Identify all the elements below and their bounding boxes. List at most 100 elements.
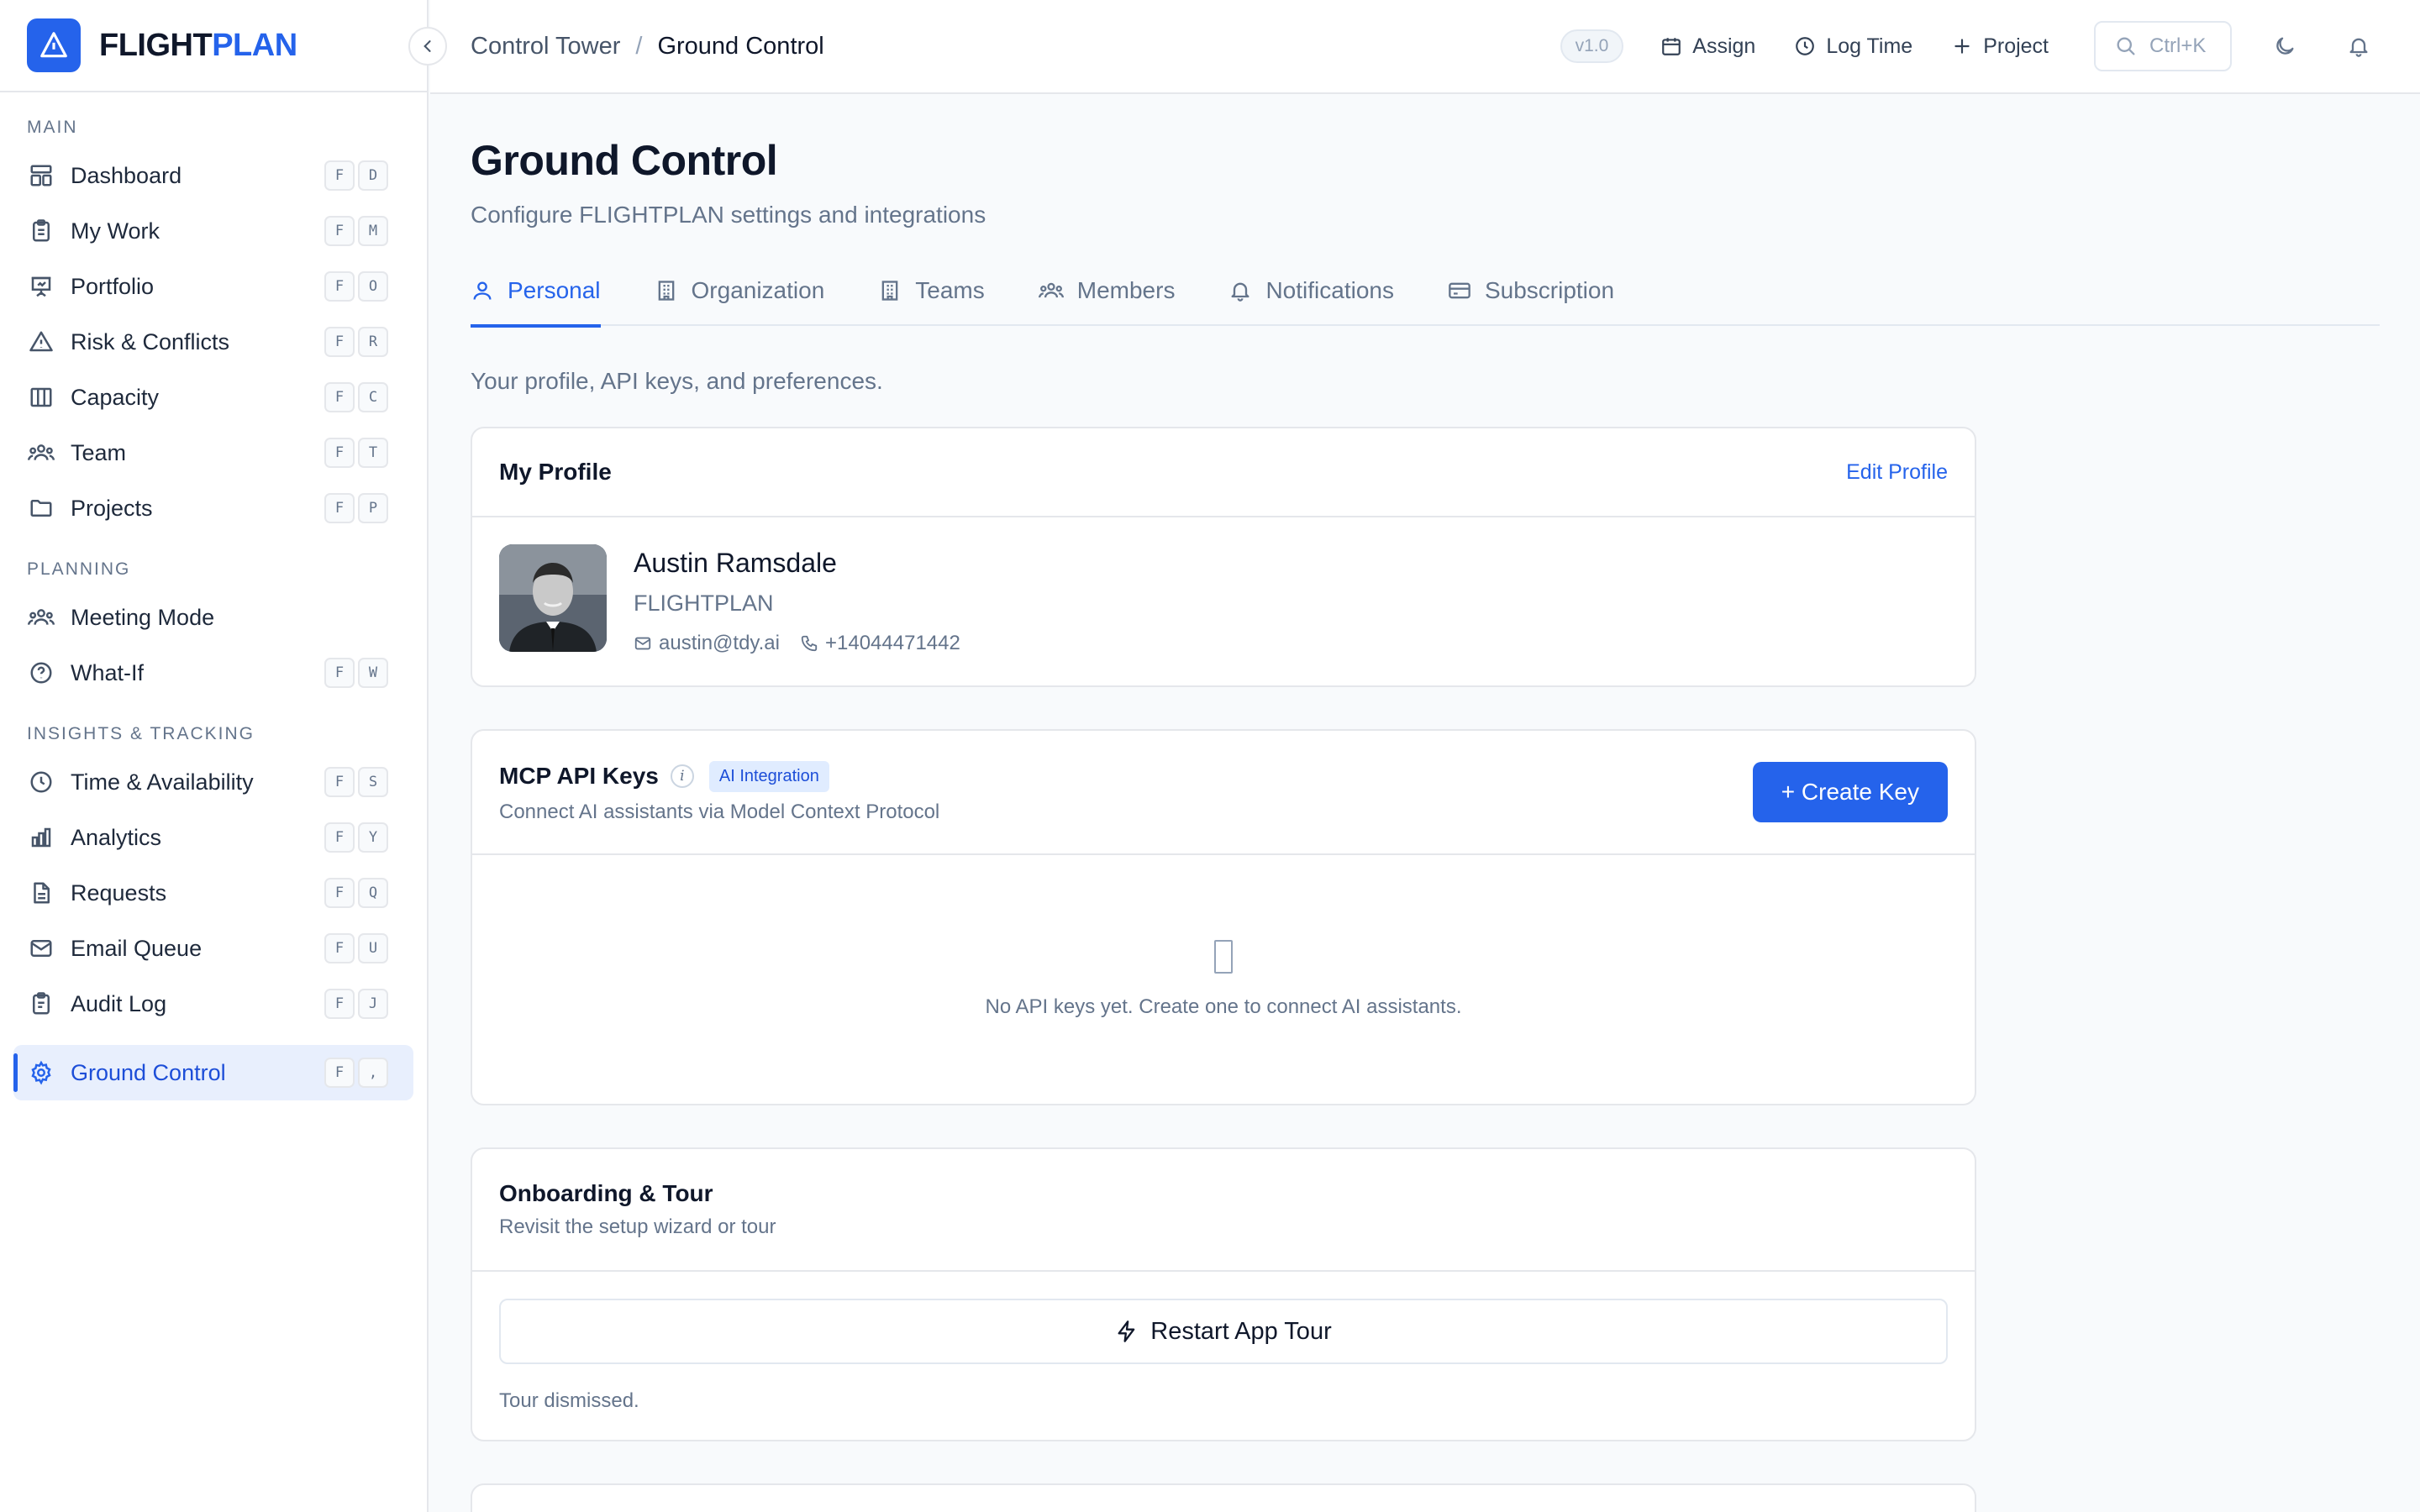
sidebar-item-risk-conflicts[interactable]: Risk & Conflicts FR bbox=[13, 314, 413, 370]
tab-members[interactable]: Members bbox=[1038, 260, 1176, 326]
email-text: austin@tdy.ai bbox=[659, 632, 780, 654]
sidebar-item-capacity[interactable]: Capacity FC bbox=[13, 370, 413, 425]
sidebar-item-projects[interactable]: Projects FP bbox=[13, 480, 413, 536]
info-icon[interactable]: i bbox=[670, 764, 694, 788]
moon-icon bbox=[2276, 37, 2294, 55]
collapse-sidebar-button[interactable] bbox=[408, 27, 447, 66]
tab-description: Your profile, API keys, and preferences. bbox=[471, 368, 883, 394]
empty-state-text: No API keys yet. Create one to connect A… bbox=[985, 995, 1462, 1018]
tab-label: Members bbox=[1076, 277, 1176, 303]
tab-subscription[interactable]: Subscription bbox=[1448, 260, 1614, 326]
tab-label: Subscription bbox=[1484, 277, 1615, 303]
edit-profile-link[interactable]: Edit Profile bbox=[1846, 460, 1948, 485]
profile-info: Austin Ramsdale FLIGHTPLAN austin@tdy.ai… bbox=[634, 544, 981, 659]
tab-label: Notifications bbox=[1265, 277, 1394, 303]
logo-icon[interactable] bbox=[27, 18, 81, 72]
profile-body: Austin Ramsdale FLIGHTPLAN austin@tdy.ai… bbox=[472, 517, 1975, 685]
shortcut-hint: FR bbox=[324, 327, 388, 357]
bell-icon bbox=[2349, 38, 2368, 57]
profile-name: Austin Ramsdale bbox=[634, 548, 837, 578]
onboarding-title: Onboarding & Tour bbox=[499, 1180, 713, 1206]
profile-phone: +14044471442 bbox=[800, 632, 960, 655]
shortcut-key: W bbox=[358, 658, 388, 688]
sidebar-item-ground-control[interactable]: Ground Control F, bbox=[13, 1045, 413, 1100]
profile-card-header: My Profile Edit Profile bbox=[472, 428, 1975, 517]
folder-icon bbox=[27, 494, 55, 522]
sidebar-item-meeting-mode[interactable]: Meeting Mode bbox=[13, 590, 413, 645]
clock-icon bbox=[27, 768, 55, 796]
project-label: Project bbox=[1983, 34, 2049, 58]
nav-section-insights: INSIGHTS & TRACKING bbox=[27, 724, 255, 743]
users-icon bbox=[27, 603, 55, 632]
restart-tour-button[interactable]: Restart App Tour bbox=[499, 1299, 1948, 1364]
sidebar-item-label: My Work bbox=[71, 218, 160, 244]
sidebar-item-dashboard[interactable]: Dashboard FD bbox=[13, 148, 413, 203]
sidebar-item-analytics[interactable]: Analytics FY bbox=[13, 810, 413, 865]
sidebar-item-what-if[interactable]: What-If FW bbox=[13, 645, 413, 701]
brand: FLIGHTPLAN bbox=[0, 0, 447, 92]
notifications-button[interactable] bbox=[2338, 25, 2380, 67]
shortcut-hint: FM bbox=[324, 216, 388, 246]
onboarding-body: Restart App Tour Tour dismissed. bbox=[472, 1272, 1975, 1440]
new-project-button[interactable]: Project bbox=[1951, 34, 2049, 59]
plus-icon bbox=[1954, 39, 1970, 54]
tab-notifications[interactable]: Notifications bbox=[1228, 260, 1394, 326]
gear-icon bbox=[27, 1058, 55, 1087]
mail-icon bbox=[27, 934, 55, 963]
sidebar-item-email-queue[interactable]: Email Queue FU bbox=[13, 921, 413, 976]
clipboard-icon bbox=[27, 217, 55, 245]
onboarding-card: Onboarding & Tour Revisit the setup wiza… bbox=[471, 1147, 1976, 1441]
sidebar-item-time-availability[interactable]: Time & Availability FS bbox=[13, 754, 413, 810]
sidebar-item-requests[interactable]: Requests FQ bbox=[13, 865, 413, 921]
nav-section-planning: PLANNING bbox=[27, 559, 131, 579]
shortcut-hint: FP bbox=[324, 493, 388, 523]
breadcrumb: Control Tower / Ground Control bbox=[430, 33, 1560, 60]
shortcut-key: J bbox=[358, 989, 388, 1019]
version-badge: v1.0 bbox=[1560, 29, 1624, 63]
sidebar: FLIGHTPLAN MAIN Dashboard FD My Work FM bbox=[0, 0, 447, 1512]
warning-icon bbox=[27, 328, 55, 356]
document-icon bbox=[27, 879, 55, 907]
shortcut-key: F bbox=[324, 327, 355, 357]
sidebar-item-team[interactable]: Team FT bbox=[13, 425, 413, 480]
topbar: Control Tower / Ground Control v1.0 Assi… bbox=[430, 0, 2420, 94]
shortcut-key: M bbox=[358, 216, 388, 246]
sidebar-item-my-work[interactable]: My Work FM bbox=[13, 203, 413, 259]
sidebar-item-label: Audit Log bbox=[71, 990, 167, 1016]
main-content: Ground Control Configure FLIGHTPLAN sett… bbox=[471, 94, 2380, 1512]
shortcut-key: F bbox=[324, 216, 355, 246]
profile-card: My Profile Edit Profile Austin Ramsdale … bbox=[471, 427, 1976, 687]
sidebar-item-audit-log[interactable]: Audit Log FJ bbox=[13, 976, 413, 1032]
tab-organization[interactable]: Organization bbox=[655, 260, 824, 326]
profile-card-title: My Profile bbox=[499, 459, 612, 485]
sidebar-item-label: Portfolio bbox=[71, 273, 155, 299]
breadcrumb-parent-link[interactable]: Control Tower bbox=[471, 33, 620, 60]
shortcut-hint: FO bbox=[324, 271, 388, 302]
shortcut-key: Q bbox=[358, 878, 388, 908]
shortcut-key: F bbox=[324, 658, 355, 688]
api-keys-card-header: MCP API Keys i AI Integration Connect AI… bbox=[472, 731, 1975, 855]
tab-personal[interactable]: Personal bbox=[471, 260, 601, 328]
shortcut-key: U bbox=[358, 933, 388, 963]
search-button[interactable]: Ctrl+K bbox=[2094, 21, 2232, 71]
shortcut-key: C bbox=[358, 382, 388, 412]
tab-teams[interactable]: Teams bbox=[878, 260, 985, 326]
tab-label: Teams bbox=[915, 277, 985, 303]
chevron-left-icon bbox=[424, 40, 431, 52]
shortcut-hint: FJ bbox=[324, 989, 388, 1019]
sidebar-item-label: Team bbox=[71, 439, 127, 465]
shortcut-key: , bbox=[358, 1058, 388, 1088]
log-time-button[interactable]: Log Time bbox=[1794, 34, 1912, 59]
avatar bbox=[499, 544, 607, 652]
assign-button[interactable]: Assign bbox=[1660, 34, 1755, 59]
onboarding-subtitle: Revisit the setup wizard or tour bbox=[499, 1215, 776, 1238]
profile-email: austin@tdy.ai bbox=[634, 632, 780, 655]
shortcut-key: P bbox=[358, 493, 388, 523]
user-icon bbox=[473, 281, 492, 300]
create-key-button[interactable]: + Create Key bbox=[1752, 762, 1948, 822]
sidebar-item-portfolio[interactable]: Portfolio FO bbox=[13, 259, 413, 314]
shortcut-hint: FT bbox=[324, 438, 388, 468]
shortcut-key: F bbox=[324, 822, 355, 853]
key-placeholder-icon bbox=[1214, 940, 1233, 974]
theme-toggle-button[interactable] bbox=[2264, 25, 2306, 67]
